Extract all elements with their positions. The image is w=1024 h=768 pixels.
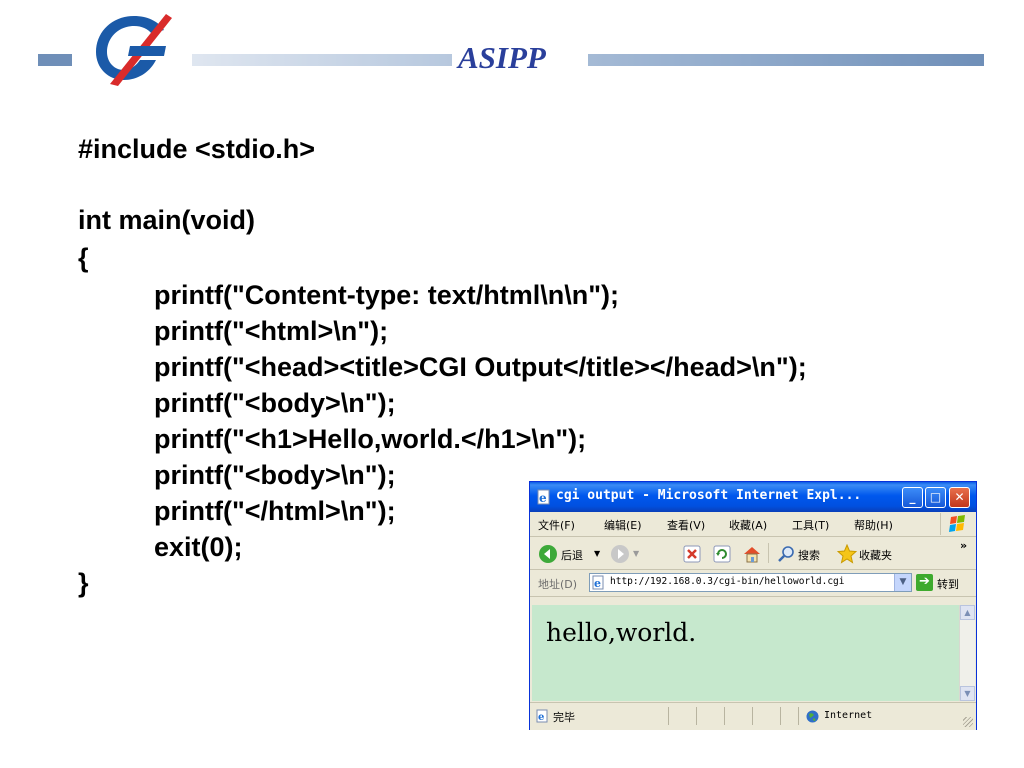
browser-window: e cgi output - Microsoft Internet Expl..…: [529, 481, 977, 730]
star-icon[interactable]: [837, 544, 857, 564]
code-block: #include <stdio.h> int main(void) { prin…: [78, 131, 807, 599]
status-divider: [696, 707, 697, 725]
code-line: printf("<head><title>CGI Output</title><…: [154, 352, 807, 382]
go-arrow-icon[interactable]: ➔: [916, 574, 933, 591]
ie-page-icon: e: [536, 709, 548, 723]
toolbar-more-icon[interactable]: »: [960, 539, 967, 552]
status-divider: [724, 707, 725, 725]
vertical-scrollbar[interactable]: ▲ ▼: [959, 605, 975, 701]
menu-favorites[interactable]: 收藏(A): [729, 517, 767, 533]
favorites-label[interactable]: 收藏夹: [859, 547, 892, 563]
code-line: printf("<h1>Hello,world.</h1>\n");: [154, 424, 587, 454]
code-line: printf("<html>\n");: [154, 316, 389, 346]
browser-title-bar[interactable]: e cgi output - Microsoft Internet Expl..…: [530, 482, 976, 512]
back-dropdown-icon[interactable]: ▼: [594, 549, 600, 558]
globe-icon: [806, 710, 819, 723]
forward-dropdown-icon[interactable]: ▼: [633, 549, 639, 558]
header-bar-left: [38, 54, 72, 66]
status-divider: [780, 707, 781, 725]
toolbar: 后退 ▼ ▼ 搜索 收藏夹 »: [530, 537, 976, 570]
header-title: ASIPP: [458, 40, 546, 75]
back-arrow-icon[interactable]: [538, 544, 558, 564]
windows-logo-icon: [940, 513, 965, 535]
code-line: printf("Content-type: text/html\n\n");: [154, 280, 620, 310]
toolbar-separator: [768, 543, 769, 563]
address-url: http://192.168.0.3/cgi-bin/helloworld.cg…: [610, 576, 845, 587]
menu-bar: 文件(F) 编辑(E) 查看(V) 收藏(A) 工具(T) 帮助(H): [530, 512, 976, 537]
back-label[interactable]: 后退: [561, 547, 583, 563]
browser-content: hello,world.: [532, 605, 959, 701]
code-line: }: [78, 568, 89, 598]
header-bar-right: [192, 54, 984, 66]
search-label[interactable]: 搜索: [798, 547, 820, 563]
status-zone: Internet: [824, 710, 873, 721]
menu-edit[interactable]: 编辑(E): [604, 517, 642, 533]
page-content-text: hello,world.: [546, 618, 697, 647]
scroll-up-icon[interactable]: ▲: [960, 605, 975, 620]
menu-tools[interactable]: 工具(T): [792, 517, 829, 533]
forward-arrow-icon[interactable]: [610, 544, 630, 564]
scroll-down-icon[interactable]: ▼: [960, 686, 975, 701]
code-line: printf("<body>\n");: [154, 388, 396, 418]
status-text: 完毕: [553, 711, 575, 724]
home-icon[interactable]: [742, 544, 762, 564]
code-line: #include <stdio.h>: [78, 134, 316, 164]
ie-page-icon: e: [592, 575, 604, 590]
code-line: {: [78, 243, 89, 273]
status-divider: [668, 707, 669, 725]
status-divider: [798, 707, 799, 725]
svg-text:e: e: [539, 491, 547, 505]
ie-page-icon: e: [537, 489, 550, 505]
close-button[interactable]: ✕: [949, 487, 970, 508]
resize-grip[interactable]: [963, 717, 973, 727]
menu-help[interactable]: 帮助(H): [854, 517, 893, 533]
maximize-button[interactable]: □: [925, 487, 946, 508]
code-line: int main(void): [78, 205, 255, 235]
code-line: printf("</html>\n");: [154, 496, 396, 526]
status-bar: e 完毕 Internet: [530, 702, 976, 730]
status-divider: [752, 707, 753, 725]
address-label: 地址(D): [538, 578, 578, 591]
code-line: printf("<body>\n");: [154, 460, 396, 490]
code-line: exit(0);: [154, 532, 243, 562]
refresh-icon[interactable]: [712, 544, 732, 564]
search-icon[interactable]: [776, 544, 796, 564]
svg-text:e: e: [538, 712, 544, 723]
address-bar: 地址(D) e http://192.168.0.3/cgi-bin/hello…: [530, 570, 976, 597]
browser-title: cgi output - Microsoft Internet Expl...: [556, 488, 862, 503]
menu-view[interactable]: 查看(V): [667, 517, 705, 533]
address-input[interactable]: e http://192.168.0.3/cgi-bin/helloworld.…: [589, 573, 912, 592]
address-dropdown-icon[interactable]: ▼: [894, 574, 911, 591]
minimize-button[interactable]: _: [902, 487, 923, 508]
go-label[interactable]: 转到: [937, 576, 959, 592]
stop-icon[interactable]: [682, 544, 702, 564]
asipp-logo: [96, 14, 172, 86]
svg-text:e: e: [594, 577, 601, 590]
menu-file[interactable]: 文件(F): [538, 517, 575, 533]
